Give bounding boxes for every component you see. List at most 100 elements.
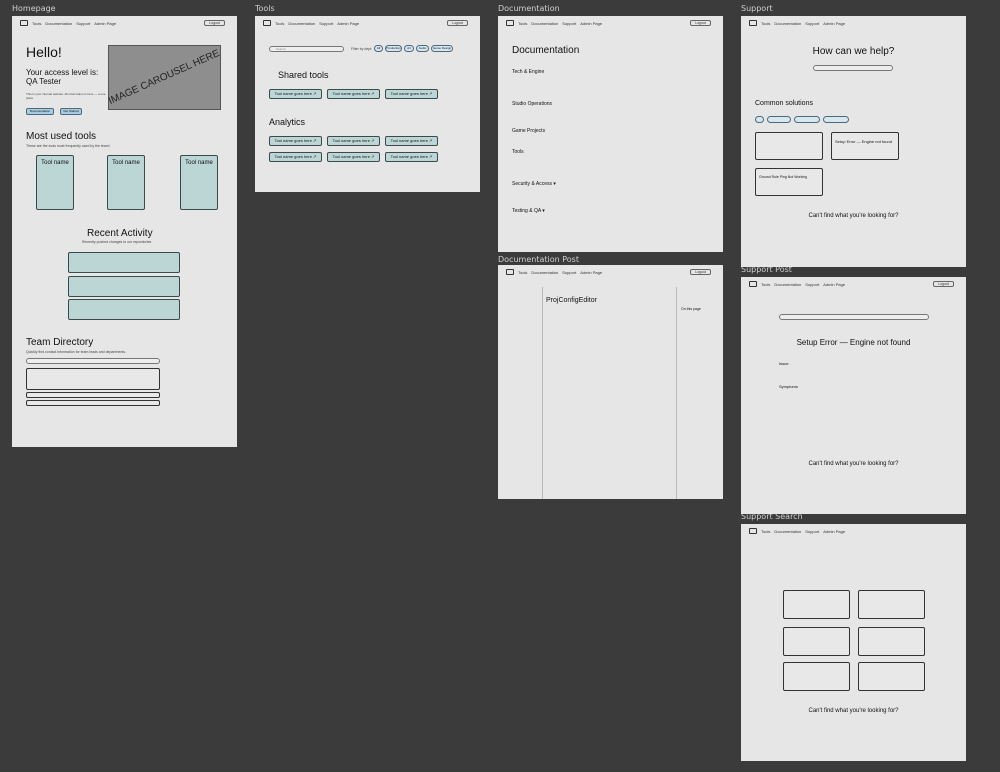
nav-documentation[interactable]: Documentation bbox=[531, 21, 558, 26]
nav-tools[interactable]: Tools bbox=[518, 270, 527, 275]
nav-documentation[interactable]: Documentation bbox=[531, 270, 558, 275]
filter-pill[interactable] bbox=[794, 116, 820, 123]
tool-link-button[interactable]: Tool name goes here ↗ bbox=[269, 152, 322, 162]
tool-link-button[interactable]: Tool name goes here ↗ bbox=[385, 152, 438, 162]
logo-icon bbox=[20, 20, 28, 26]
logout-button[interactable]: Logout bbox=[933, 281, 954, 287]
symptoms-heading: Symptoms bbox=[779, 384, 798, 389]
solution-card[interactable]: Setup Error — Engine not found bbox=[831, 132, 899, 160]
documentation-button[interactable]: Documentation bbox=[26, 108, 54, 115]
nav-support[interactable]: Support bbox=[805, 21, 819, 26]
nav-support[interactable]: Support bbox=[805, 529, 819, 534]
tool-card[interactable]: Tool name bbox=[36, 155, 74, 210]
support-post-search[interactable] bbox=[779, 314, 929, 320]
tool-link-button[interactable]: Tool name goes here ↗ bbox=[269, 136, 322, 146]
nav-documentation[interactable]: Documentation bbox=[288, 21, 315, 26]
logout-button[interactable]: Logout bbox=[690, 269, 711, 275]
nav-admin[interactable]: Admin Page bbox=[580, 270, 602, 275]
nav-tools[interactable]: Tools bbox=[761, 21, 770, 26]
docs-section: Game Projects bbox=[512, 128, 546, 134]
filter-pill[interactable] bbox=[767, 116, 791, 123]
nav-documentation[interactable]: Documentation bbox=[45, 21, 72, 26]
filter-pill[interactable] bbox=[823, 116, 849, 123]
filter-pill[interactable] bbox=[755, 116, 764, 123]
tool-card-name: Tool name bbox=[41, 160, 69, 166]
filter-pill-art[interactable]: Art bbox=[404, 45, 414, 52]
tool-link-button[interactable]: Tool name goes here ↗ bbox=[327, 136, 380, 146]
nav-support[interactable]: Support bbox=[805, 282, 819, 287]
nav-support[interactable]: Support bbox=[319, 21, 333, 26]
image-carousel[interactable]: IMAGE CAROUSEL HERE bbox=[107, 45, 222, 110]
result-card[interactable] bbox=[858, 627, 925, 656]
solution-card[interactable]: Ground Role Ping Not Working bbox=[755, 168, 823, 196]
nav-tools[interactable]: Tools bbox=[518, 21, 527, 26]
nav-documentation[interactable]: Documentation bbox=[774, 282, 801, 287]
docs-title: Documentation bbox=[512, 45, 580, 56]
label-homepage: Homepage bbox=[12, 4, 56, 13]
docs-section: Tech & Engine bbox=[512, 69, 545, 75]
result-card[interactable] bbox=[783, 662, 850, 691]
card-title: Ground Role Ping Not Working bbox=[759, 175, 807, 179]
nav-admin[interactable]: Admin Page bbox=[580, 21, 602, 26]
tool-link-button[interactable]: Tool name goes here ↗ bbox=[269, 89, 322, 99]
label-tools: Tools bbox=[255, 4, 275, 13]
filter-pill-audio[interactable]: Audio bbox=[416, 45, 429, 52]
cant-find-heading: Can't find what you're looking for? bbox=[808, 708, 899, 714]
nav-tools[interactable]: Tools bbox=[761, 529, 770, 534]
result-card[interactable] bbox=[858, 662, 925, 691]
result-card[interactable] bbox=[783, 590, 850, 619]
tool-card[interactable]: Tool name bbox=[180, 155, 218, 210]
team-search-input[interactable] bbox=[26, 358, 160, 364]
activity-item[interactable] bbox=[68, 276, 180, 297]
get-started-button[interactable]: Get Started bbox=[60, 108, 82, 115]
nav-admin[interactable]: Admin Page bbox=[823, 529, 845, 534]
logout-button[interactable]: Logout bbox=[690, 20, 711, 26]
support-search-frame: Tools Documentation Support Admin Page C… bbox=[741, 524, 966, 761]
nav-admin[interactable]: Admin Page bbox=[94, 21, 116, 26]
tool-link-button[interactable]: Tool name goes here ↗ bbox=[327, 152, 380, 162]
tool-link-button[interactable]: Tool name goes here ↗ bbox=[327, 89, 380, 99]
result-card[interactable] bbox=[783, 627, 850, 656]
filter-pill-all[interactable]: All bbox=[374, 45, 383, 52]
support-search-input[interactable] bbox=[813, 65, 893, 71]
logout-button[interactable]: Logout bbox=[447, 20, 468, 26]
nav-tools[interactable]: Tools bbox=[32, 21, 41, 26]
directory-row[interactable] bbox=[26, 400, 160, 406]
on-page-label: On this page bbox=[681, 307, 701, 311]
label-doc-post: Documentation Post bbox=[498, 255, 579, 264]
directory-row[interactable] bbox=[26, 368, 160, 390]
support-post-title: Setup Error — Engine not found bbox=[796, 338, 911, 347]
activity-item[interactable] bbox=[68, 252, 180, 273]
nav-tools[interactable]: Tools bbox=[761, 282, 770, 287]
logo-icon bbox=[506, 20, 514, 26]
filter-pill-game-design[interactable]: Game Design bbox=[431, 45, 453, 52]
logo-icon bbox=[506, 269, 514, 275]
tools-frame: Tools Documentation Support Admin Page L… bbox=[255, 16, 480, 192]
nav-documentation[interactable]: Documentation bbox=[774, 529, 801, 534]
recent-sub: Recently pushed changes to our repositor… bbox=[82, 240, 152, 244]
nav-admin[interactable]: Admin Page bbox=[823, 21, 845, 26]
filter-pill-production[interactable]: Production bbox=[385, 45, 402, 52]
shared-tools-heading: Shared tools bbox=[278, 70, 329, 80]
docs-section: Studio Operations bbox=[512, 101, 553, 107]
nav-tools[interactable]: Tools bbox=[275, 21, 284, 26]
directory-row[interactable] bbox=[26, 392, 160, 398]
analytics-heading: Analytics bbox=[269, 117, 306, 127]
tools-search-input[interactable]: Search bbox=[269, 46, 344, 52]
nav-support[interactable]: Support bbox=[76, 21, 90, 26]
result-card[interactable] bbox=[858, 590, 925, 619]
docs-section: Tools bbox=[512, 149, 524, 155]
solution-card[interactable] bbox=[755, 132, 823, 160]
nav-support[interactable]: Support bbox=[562, 21, 576, 26]
activity-item[interactable] bbox=[68, 299, 180, 320]
tool-link-button[interactable]: Tool name goes here ↗ bbox=[385, 136, 438, 146]
logout-button[interactable]: Logout bbox=[204, 20, 225, 26]
nav-documentation[interactable]: Documentation bbox=[774, 21, 801, 26]
tool-link-button[interactable]: Tool name goes here ↗ bbox=[385, 89, 438, 99]
nav-admin[interactable]: Admin Page bbox=[337, 21, 359, 26]
nav-admin[interactable]: Admin Page bbox=[823, 282, 845, 287]
nav-support[interactable]: Support bbox=[562, 270, 576, 275]
tool-card[interactable]: Tool name bbox=[107, 155, 145, 210]
most-used-sub: These are the tools most frequently used… bbox=[26, 144, 110, 148]
cant-find-heading: Can't find what you're looking for? bbox=[808, 213, 899, 219]
